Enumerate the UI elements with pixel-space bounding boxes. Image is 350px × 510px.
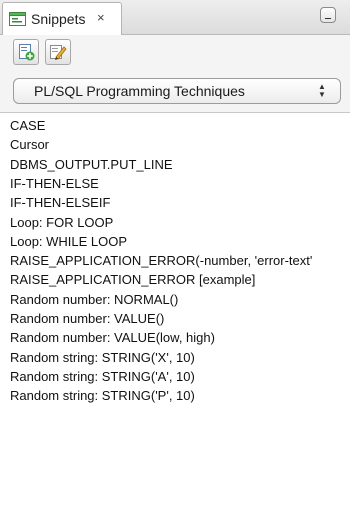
snippet-item[interactable]: IF-THEN-ELSEIF (10, 193, 110, 212)
snippets-icon (9, 12, 26, 26)
snippet-item[interactable]: Loop: FOR LOOP (10, 213, 113, 232)
snippet-item[interactable]: Random string: STRING('P', 10) (10, 386, 195, 405)
snippets-toolbar (0, 35, 350, 69)
close-icon[interactable]: × (97, 10, 105, 25)
add-snippet-icon (19, 44, 35, 61)
snippet-item[interactable]: RAISE_APPLICATION_ERROR [example] (10, 270, 255, 289)
snippet-item[interactable]: DBMS_OUTPUT.PUT_LINE (10, 155, 173, 174)
snippet-item[interactable]: Loop: WHILE LOOP (10, 232, 127, 251)
add-snippet-button[interactable] (13, 39, 39, 65)
updown-arrows-icon: ▲ ▼ (318, 82, 326, 99)
minimize-button[interactable] (320, 7, 336, 23)
category-select-area: PL/SQL Programming Techniques ▲ ▼ (0, 69, 350, 113)
snippet-item[interactable]: Random string: STRING('X', 10) (10, 348, 195, 367)
snippet-item[interactable]: Cursor (10, 135, 49, 154)
category-select[interactable]: PL/SQL Programming Techniques ▲ ▼ (13, 78, 341, 104)
snippet-item[interactable]: IF-THEN-ELSE (10, 174, 99, 193)
snippet-item[interactable]: Random string: STRING('A', 10) (10, 367, 195, 386)
edit-snippet-button[interactable] (45, 39, 71, 65)
panel-tab-bar: Snippets × (0, 0, 350, 35)
snippet-item[interactable]: Random number: NORMAL() (10, 290, 178, 309)
edit-snippet-icon (50, 45, 67, 60)
category-select-value: PL/SQL Programming Techniques (34, 83, 245, 99)
snippet-item[interactable]: CASE (10, 116, 45, 135)
snippets-list: CASE Cursor DBMS_OUTPUT.PUT_LINE IF-THEN-EL… (0, 113, 350, 510)
tab-snippets[interactable]: Snippets × (2, 2, 122, 35)
snippet-item[interactable]: Random number: VALUE() (10, 309, 164, 328)
snippet-item[interactable]: RAISE_APPLICATION_ERROR(-number, 'error-… (10, 251, 312, 270)
snippet-item[interactable]: Random number: VALUE(low, high) (10, 328, 215, 347)
tab-label: Snippets (31, 11, 86, 27)
